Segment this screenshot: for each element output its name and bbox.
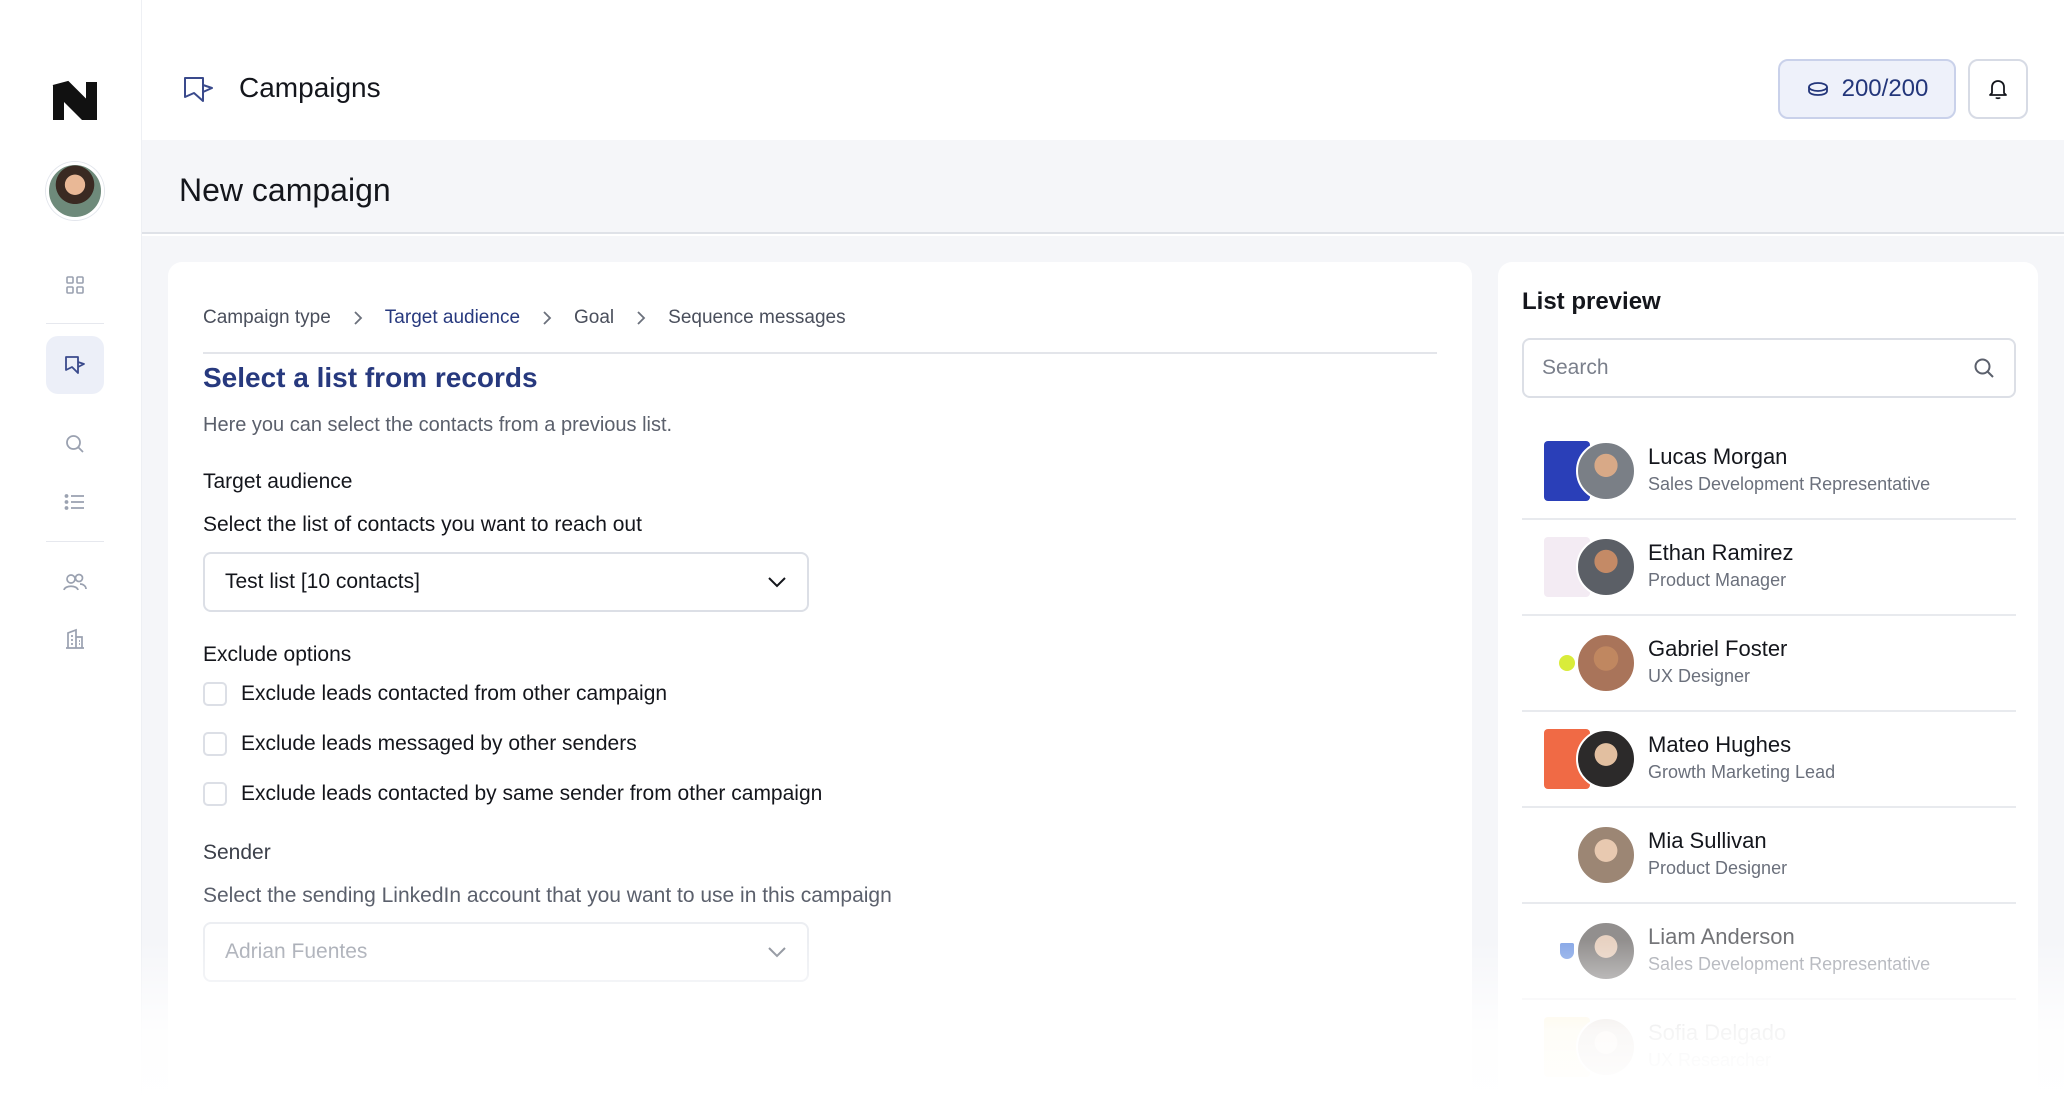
contact-list-item[interactable]: Mia Sullivan Product Designer <box>1522 808 2016 904</box>
sidebar <box>0 0 142 1104</box>
step-target-audience[interactable]: Target audience <box>385 307 520 329</box>
nav-search[interactable] <box>46 415 104 473</box>
contact-avatar <box>1576 921 1636 981</box>
contact-name: Liam Anderson <box>1648 924 1795 949</box>
step-sequence-messages[interactable]: Sequence messages <box>668 307 845 329</box>
nav-lists[interactable] <box>46 473 104 531</box>
list-preview-title: List preview <box>1522 288 1661 315</box>
target-list-value: Test list [10 contacts] <box>225 570 420 593</box>
building-icon <box>66 628 84 649</box>
nav-people[interactable] <box>46 553 104 611</box>
page-title: New campaign <box>179 172 391 208</box>
user-avatar[interactable] <box>46 162 104 220</box>
contact-name: Sofia Delgado <box>1648 1020 1787 1045</box>
brand-logo[interactable] <box>50 78 100 124</box>
sender-value: Adrian Fuentes <box>225 940 368 963</box>
contact-list-item[interactable]: Liam Anderson Sales Development Represen… <box>1522 904 2016 1000</box>
search-icon <box>66 435 84 453</box>
contact-avatar <box>1576 537 1636 597</box>
step-campaign-type[interactable]: Campaign type <box>203 307 331 329</box>
nav-dashboard[interactable] <box>46 256 104 314</box>
list-icon <box>64 494 84 510</box>
nav-campaigns[interactable] <box>46 336 104 394</box>
grid-icon <box>66 276 84 294</box>
credits-badge[interactable]: 200/200 <box>1778 59 1956 119</box>
contact-role: Sales Development Representative <box>1648 954 1931 974</box>
chevron-right-icon <box>542 310 552 326</box>
breadcrumb: Campaign type Target audience Goal Seque… <box>203 284 1437 354</box>
bell-icon <box>1989 80 2007 100</box>
contact-name: Gabriel Foster <box>1648 636 1788 661</box>
app-root: Campaigns 200/200 New campaign Campaign … <box>0 0 2064 1104</box>
contact-list-item[interactable]: Sofia Delgado UX Researcher <box>1522 1000 2016 1096</box>
contact-role: UX Researcher <box>1648 1050 1772 1070</box>
contact-avatar <box>1576 1017 1636 1077</box>
exclude-options-label: Exclude options <box>203 643 352 666</box>
checkbox[interactable] <box>203 782 227 806</box>
target-list-select[interactable]: Test list [10 contacts] <box>203 552 809 612</box>
section-title: Select a list from records <box>203 362 538 393</box>
header-title: Campaigns <box>239 72 381 103</box>
target-audience-label: Target audience <box>203 470 353 493</box>
contact-role: UX Designer <box>1648 666 1751 686</box>
megaphone-icon <box>65 356 85 374</box>
sender-select[interactable]: Adrian Fuentes <box>203 922 809 982</box>
megaphone-icon <box>182 74 216 109</box>
chevron-right-icon <box>353 310 363 326</box>
step-goal[interactable]: Goal <box>574 307 614 329</box>
chevron-down-icon <box>768 577 786 588</box>
contact-avatar <box>1576 633 1636 693</box>
contact-name: Mateo Hughes <box>1648 732 1792 757</box>
exclude-other-campaign-option[interactable]: Exclude leads contacted from other campa… <box>203 682 667 706</box>
contact-name: Mia Sullivan <box>1648 828 1767 853</box>
preview-search[interactable] <box>1522 338 2016 398</box>
section-subtitle: Here you can select the contacts from a … <box>203 414 673 436</box>
top-header: Campaigns 200/200 <box>142 0 2064 140</box>
contact-list-item[interactable]: Mateo Hughes Growth Marketing Lead <box>1522 712 2016 808</box>
nav-divider <box>46 541 104 542</box>
credits-count: 200/200 <box>1841 75 1929 102</box>
contact-list-item[interactable]: Lucas Morgan Sales Development Represent… <box>1522 424 2016 520</box>
sender-label: Sender <box>203 841 271 864</box>
nav-divider <box>46 323 104 324</box>
search-input[interactable] <box>1542 356 1922 380</box>
contact-list-item[interactable]: Ethan Ramirez Product Manager <box>1522 520 2016 616</box>
chevron-right-icon <box>636 310 646 326</box>
exclude-other-senders-option[interactable]: Exclude leads messaged by other senders <box>203 732 637 756</box>
list-preview-card: List preview Lucas Morgan Sales Developm… <box>1498 262 2038 1104</box>
checkbox[interactable] <box>203 732 227 756</box>
checkbox-label: Exclude leads messaged by other senders <box>241 732 637 755</box>
contact-role: Sales Development Representative <box>1648 474 1931 494</box>
contact-avatar <box>1576 729 1636 789</box>
contact-name: Lucas Morgan <box>1648 444 1788 469</box>
page-header: New campaign <box>142 140 2064 234</box>
nav-companies[interactable] <box>46 610 104 668</box>
contact-avatar <box>1576 825 1636 885</box>
contact-list-item[interactable]: Gabriel Foster UX Designer <box>1522 616 2016 712</box>
checkbox-label: Exclude leads contacted by same sender f… <box>241 782 823 805</box>
campaign-form-card: Campaign type Target audience Goal Seque… <box>168 262 1472 1104</box>
sender-help: Select the sending LinkedIn account that… <box>203 884 892 907</box>
notifications-button[interactable] <box>1968 59 2028 119</box>
contact-role: Growth Marketing Lead <box>1648 762 1836 782</box>
contact-role: Product Designer <box>1648 858 1788 878</box>
users-icon <box>63 573 87 591</box>
exclude-same-sender-option[interactable]: Exclude leads contacted by same sender f… <box>203 782 822 806</box>
contact-role: Product Manager <box>1648 570 1787 590</box>
checkbox[interactable] <box>203 682 227 706</box>
contact-name: Ethan Ramirez <box>1648 540 1794 565</box>
chevron-down-icon <box>768 947 786 958</box>
coins-icon <box>1807 82 1828 96</box>
search-icon[interactable] <box>1972 356 1996 380</box>
checkbox-label: Exclude leads contacted from other campa… <box>241 682 668 705</box>
target-audience-help: Select the list of contacts you want to … <box>203 513 642 536</box>
contact-avatar <box>1576 441 1636 501</box>
